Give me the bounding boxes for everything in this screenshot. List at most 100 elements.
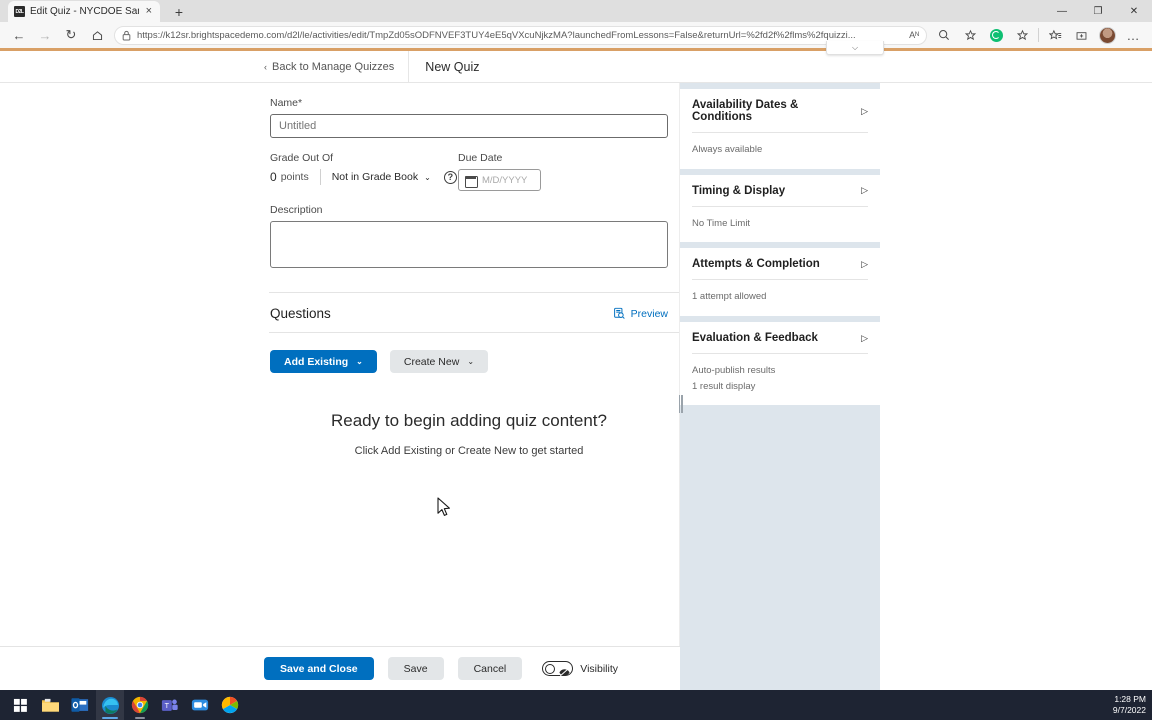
settings-more-icon[interactable]: … — [1120, 24, 1146, 46]
windows-taskbar: T 1:28 PM 9/7/2022 — [0, 690, 1152, 720]
evaluation-feedback-card[interactable]: Evaluation & Feedback ▷ Auto-publish res… — [680, 322, 880, 406]
questions-actions: Add Existing ⌄ Create New ⌄ — [270, 350, 667, 373]
svg-text:T: T — [165, 701, 170, 710]
card-detail: Always available — [692, 144, 763, 155]
start-icon[interactable] — [6, 690, 34, 720]
read-aloud-icon[interactable]: Aᴺ — [909, 30, 919, 40]
toolbar-divider — [1038, 28, 1039, 42]
back-link-label: Back to Manage Quizzes — [272, 60, 395, 73]
favorites-icon[interactable] — [1009, 24, 1035, 46]
toggle-knob — [545, 663, 556, 674]
close-tab-icon[interactable]: × — [144, 6, 154, 17]
panel-resize-handle[interactable] — [678, 394, 683, 414]
card-detail: 1 attempt allowed — [692, 291, 767, 303]
preview-link[interactable]: Preview — [613, 307, 668, 320]
timing-display-card[interactable]: Timing & Display ▷ No Time Limit — [680, 174, 880, 243]
gradebook-value: Not in Grade Book — [331, 171, 419, 183]
quiz-name-input[interactable] — [270, 114, 668, 138]
maximize-button[interactable]: ❐ — [1080, 0, 1116, 22]
header-divider — [408, 51, 410, 83]
card-detail: Auto-publish results — [692, 365, 776, 377]
empty-state: Ready to begin adding quiz content? Clic… — [270, 411, 668, 457]
name-label: Name* — [270, 97, 667, 109]
card-title: Availability Dates & Conditions — [692, 99, 799, 123]
taskbar-clock[interactable]: 1:28 PM 9/7/2022 — [1113, 690, 1146, 720]
teams-icon[interactable]: T — [156, 690, 184, 720]
add-favorite-icon[interactable] — [957, 24, 983, 46]
save-and-close-button[interactable]: Save and Close — [264, 657, 374, 680]
favicon-label: D2L — [15, 8, 24, 15]
browser-essentials-icon[interactable] — [1068, 24, 1094, 46]
address-bar[interactable]: https://k12sr.brightspacedemo.com/d2l/le… — [114, 25, 927, 45]
quiz-form-column: Name* Grade Out Of 0 points Not in Grade — [0, 83, 680, 690]
required-marker: * — [298, 97, 303, 109]
file-explorer-icon[interactable] — [36, 690, 64, 720]
chevron-down-icon: ⌵ — [851, 42, 859, 52]
avatar[interactable] — [1094, 24, 1120, 46]
browser-window: D2L Edit Quiz - NYCDOE Sandbox (P... × +… — [0, 0, 1152, 690]
visibility-toggle[interactable]: Visibility — [542, 661, 618, 677]
back-icon[interactable]: ← — [6, 24, 32, 46]
eye-slash-icon — [559, 664, 570, 677]
questions-header: Questions Preview — [270, 293, 668, 332]
chevron-down-icon: ⌄ — [467, 357, 475, 366]
profile-status-icon[interactable] — [983, 24, 1009, 46]
availability-dates-card[interactable]: Availability Dates & Conditions ▷ Always… — [680, 89, 880, 169]
card-detail: 1 result display — [692, 380, 756, 392]
save-button[interactable]: Save — [387, 657, 444, 680]
due-date-input[interactable]: M/D/YYYY — [458, 169, 541, 191]
chevron-right-icon[interactable]: ▷ — [861, 259, 868, 270]
due-date-placeholder: M/D/YYYY — [482, 174, 528, 186]
grade-due-row: Grade Out Of 0 points Not in Grade Book … — [270, 152, 667, 191]
card-title: Timing & Display — [692, 184, 786, 197]
visibility-switch[interactable] — [542, 661, 574, 677]
visibility-label: Visibility — [580, 662, 618, 675]
description-textarea[interactable] — [270, 221, 668, 268]
collections-icon[interactable] — [1042, 24, 1068, 46]
minimize-button[interactable]: — — [1044, 0, 1080, 22]
chevron-right-icon[interactable]: ▷ — [861, 333, 868, 344]
lock-icon — [122, 30, 131, 40]
help-icon[interactable]: ? — [443, 170, 457, 184]
points-word: points — [280, 171, 309, 183]
chevron-right-icon[interactable]: ▷ — [861, 106, 868, 117]
back-to-manage-quizzes-link[interactable]: ‹ Back to Manage Quizzes — [264, 61, 394, 73]
name-label-text: Name — [270, 97, 299, 109]
forward-icon[interactable]: → — [32, 24, 58, 46]
edge-icon[interactable] — [96, 690, 124, 720]
create-new-button[interactable]: Create New ⌄ — [389, 350, 489, 373]
clock-time: 1:28 PM — [1114, 693, 1146, 704]
home-icon[interactable] — [84, 24, 110, 46]
chevron-down-icon: ⌄ — [424, 172, 431, 182]
search-icon[interactable] — [931, 24, 957, 46]
grade-out-of-label: Grade Out Of — [270, 152, 334, 164]
card-title: Evaluation & Feedback — [692, 332, 818, 345]
preview-label: Preview — [630, 307, 668, 320]
close-window-button[interactable]: ✕ — [1116, 0, 1152, 22]
due-date-label: Due Date — [458, 152, 503, 164]
points-value: 0 — [270, 170, 277, 184]
browser-tab[interactable]: D2L Edit Quiz - NYCDOE Sandbox (P... × — [8, 1, 160, 22]
chevron-left-icon: ‹ — [264, 61, 267, 72]
video-app-icon[interactable] — [186, 690, 214, 720]
outlook-icon[interactable] — [66, 690, 94, 720]
add-existing-button[interactable]: Add Existing ⌄ — [270, 350, 377, 373]
url-text: https://k12sr.brightspacedemo.com/d2l/le… — [137, 29, 856, 41]
grade-out-of-group: Grade Out Of 0 points Not in Grade Book … — [270, 152, 458, 191]
new-tab-button[interactable]: + — [169, 2, 189, 22]
card-title: Attempts & Completion — [692, 258, 820, 271]
cancel-button[interactable]: Cancel — [457, 657, 523, 680]
grade-divider — [319, 169, 321, 185]
chevron-right-icon[interactable]: ▷ — [861, 185, 868, 196]
card-detail: No Time Limit — [692, 217, 751, 229]
questions-title: Questions — [270, 306, 331, 321]
description-label: Description — [270, 204, 323, 216]
calendar-icon — [465, 175, 478, 188]
attempts-completion-card[interactable]: Attempts & Completion ▷ 1 attempt allowe… — [680, 248, 880, 317]
gradebook-dropdown[interactable]: Not in Grade Book ⌄ — [332, 171, 431, 183]
chrome-icon[interactable] — [126, 690, 154, 720]
page-body: Name* Grade Out Of 0 points Not in Grade — [0, 83, 1152, 690]
toolbar-popup[interactable]: ⌵ — [826, 41, 884, 55]
photos-icon[interactable] — [216, 690, 244, 720]
reload-icon[interactable]: ↻ — [58, 24, 84, 46]
